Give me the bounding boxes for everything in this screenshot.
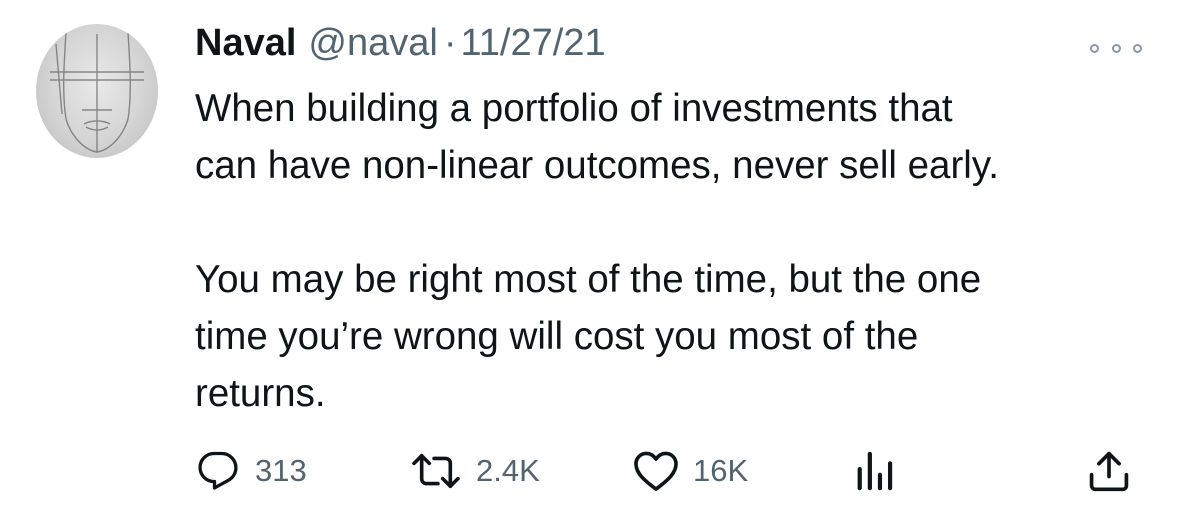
retweet-button[interactable]: 2.4K bbox=[410, 446, 540, 496]
like-count: 16K bbox=[693, 453, 749, 488]
share-button[interactable] bbox=[1087, 446, 1131, 496]
tweet-body: When building a portfolio of investments… bbox=[195, 80, 1155, 422]
tweet-body-line: You may be right most of the time, but t… bbox=[195, 258, 982, 301]
ellipsis-icon-dot bbox=[1111, 43, 1121, 53]
ellipsis-icon-dot bbox=[1090, 43, 1099, 53]
avatar[interactable] bbox=[36, 24, 158, 158]
retweet-arrows-icon bbox=[412, 453, 460, 489]
reply-button[interactable]: 313 bbox=[195, 446, 307, 496]
speech-bubble-icon bbox=[198, 451, 238, 490]
avatar-sketch-face-image bbox=[50, 31, 144, 153]
like-button[interactable]: 16K bbox=[633, 446, 748, 496]
ellipsis-icon-dot bbox=[1133, 43, 1142, 53]
tweet-body-line: time you’re wrong will cost you most of … bbox=[195, 315, 919, 358]
retweet-count: 2.4K bbox=[476, 453, 540, 488]
tweet-body-line: When building a portfolio of investments… bbox=[195, 87, 953, 130]
header-separator: · bbox=[443, 22, 457, 64]
tweet-date[interactable]: 11/27/21 bbox=[460, 22, 605, 65]
action-bar: 313 2.4K 16K bbox=[195, 446, 1145, 496]
paragraph-break bbox=[195, 194, 1155, 251]
tweet-header: Naval @naval · 11/27/21 bbox=[195, 22, 606, 74]
tweet-body-line: returns. bbox=[195, 372, 326, 415]
heart-icon bbox=[634, 451, 678, 491]
bar-chart-icon bbox=[857, 451, 893, 491]
share-upload-icon bbox=[1089, 451, 1129, 492]
tweet-body-line: can have non-linear outcomes, never sell… bbox=[195, 144, 999, 187]
author-handle[interactable]: @naval bbox=[308, 22, 437, 65]
more-options-button[interactable] bbox=[1090, 38, 1142, 58]
author-name[interactable]: Naval bbox=[195, 22, 296, 65]
views-button[interactable] bbox=[855, 446, 895, 496]
reply-count: 313 bbox=[255, 453, 307, 488]
